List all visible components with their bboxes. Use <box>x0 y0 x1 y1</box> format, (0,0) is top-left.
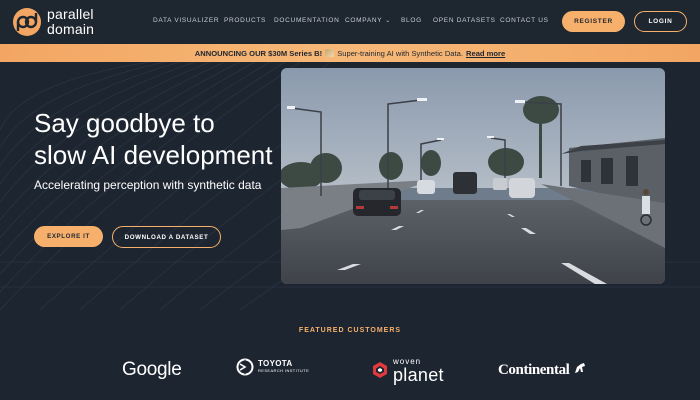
logo-text: parallel domain <box>47 7 94 37</box>
explore-it-button[interactable]: EXPLORE IT <box>34 226 103 247</box>
featured-customers-section: FEATURED CUSTOMERS Google TOYOTA RESEARC… <box>0 310 700 400</box>
nav-link-open-datasets[interactable]: OPEN DATASETS <box>433 17 496 24</box>
logo-mark-icon <box>13 8 41 36</box>
nav-link-documentation[interactable]: DOCUMENTATION <box>274 17 340 24</box>
toyota-sub-text: RESEARCH INSTITUTE <box>258 368 310 373</box>
featured-customers-heading: FEATURED CUSTOMERS <box>298 327 402 334</box>
chevron-down-icon: ⌄ <box>385 18 392 24</box>
hero-title-line-2: slow AI development <box>34 140 273 170</box>
login-button[interactable]: LOGIN <box>634 11 687 32</box>
logo-line-1: parallel <box>47 6 94 22</box>
continental-text: Continental <box>498 362 570 378</box>
nav-link-products[interactable]: PRODUCTS <box>224 17 266 24</box>
continental-logo: Continental <box>498 361 587 379</box>
nav-link-data-visualizer[interactable]: DATA VISUALIZER <box>153 17 219 24</box>
hero-title: Say goodbye to slow AI development <box>34 107 284 171</box>
toyota-emblem-icon <box>236 358 254 376</box>
banner-read-more-link[interactable]: Read more <box>466 49 505 58</box>
google-logo: Google <box>122 359 182 380</box>
woven-planet-logo: woven planet <box>371 357 444 385</box>
hero-subtitle: Accelerating perception with synthetic d… <box>34 178 262 192</box>
announcement-banner: ANNOUNCING OUR $30M Series B! Super-trai… <box>0 44 700 62</box>
planet-text: planet <box>393 365 444 385</box>
top-navigation: parallel domain DATA VISUALIZER PRODUCTS… <box>0 0 700 44</box>
download-dataset-button[interactable]: DOWNLOAD A DATASET <box>112 226 221 248</box>
nav-link-company[interactable]: COMPANY ⌄ <box>345 17 391 24</box>
banner-body-text: Super-training AI with Synthetic Data. <box>337 48 463 58</box>
nav-link-company-label: COMPANY <box>345 17 383 24</box>
toyota-main-text: TOYOTA <box>258 359 293 368</box>
woven-planet-emblem-icon <box>373 362 387 378</box>
banner-bold-text: ANNOUNCING OUR $30M Series B! <box>194 48 323 58</box>
parallel-domain-logo[interactable]: parallel domain <box>12 6 122 38</box>
nav-link-blog[interactable]: BLOG <box>401 17 422 24</box>
nav-link-contact-us[interactable]: CONTACT US <box>500 17 549 24</box>
hero-street-scene-image <box>281 68 665 284</box>
toyota-research-logo: TOYOTA RESEARCH INSTITUTE <box>236 358 309 376</box>
flag-icon <box>325 49 335 57</box>
hero-section: Say goodbye to slow AI development Accel… <box>0 62 700 310</box>
logo-line-2: domain <box>47 21 95 37</box>
continental-horse-icon <box>574 363 585 373</box>
hero-title-line-1: Say goodbye to <box>34 108 215 138</box>
register-button[interactable]: REGISTER <box>562 11 625 32</box>
